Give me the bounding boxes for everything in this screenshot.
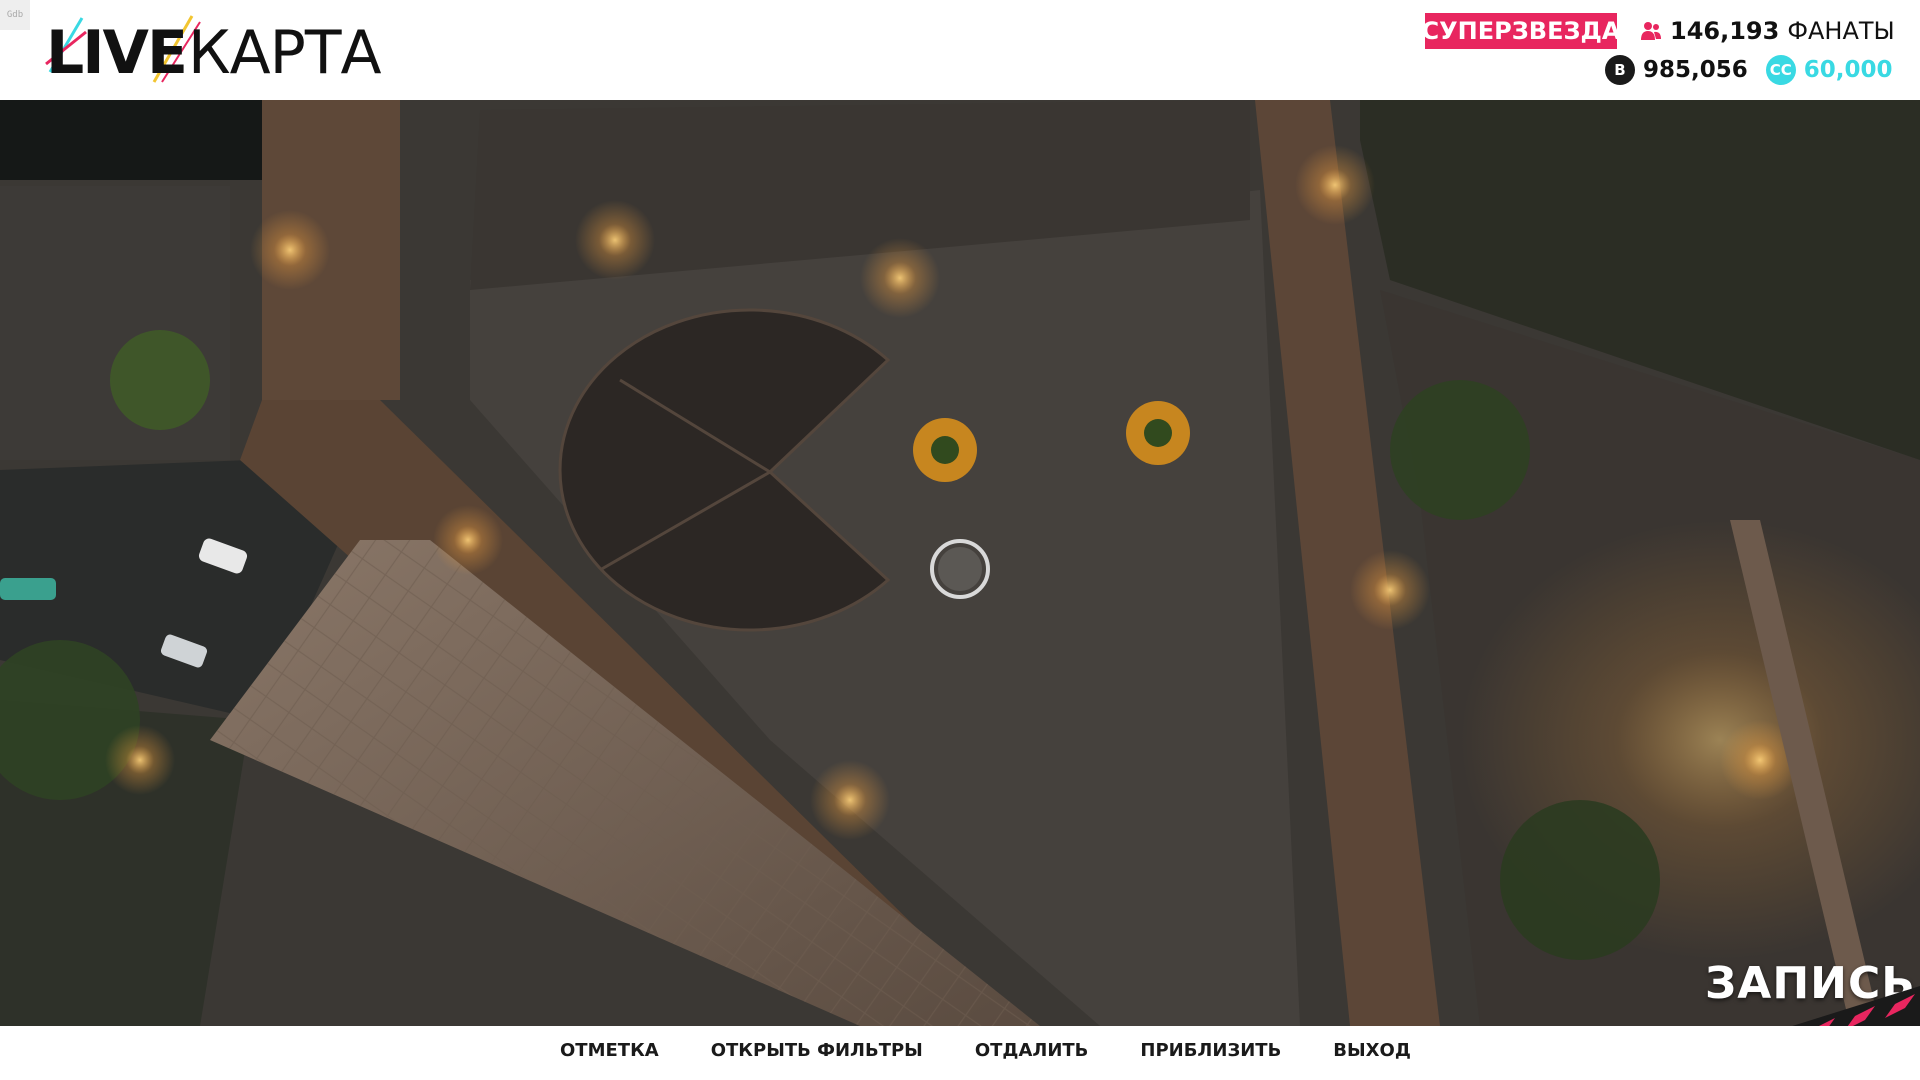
rank-badge: СУПЕРЗВЕЗДА xyxy=(1422,13,1620,49)
action-zoom-in-button[interactable]: ПРИБЛИЗИТЬ xyxy=(1140,1040,1281,1061)
fans-count: 146,193 xyxy=(1670,17,1780,45)
top-bar: Gdb LIVE КАРТА СУПЕРЗВЕЗДА 146,193 ФАНАТ… xyxy=(0,0,1920,100)
cc-coin-icon: CC xyxy=(1765,55,1796,85)
map-image xyxy=(0,100,1920,1026)
fans-label: ФАНАТЫ xyxy=(1787,17,1895,45)
cash-amount: 985,056 xyxy=(1643,57,1748,83)
actions-row: ОТМЕТКА ОТКРЫТЬ ФИЛЬТРЫ ОТДАЛИТЬ ПРИБЛИЗ… xyxy=(560,1026,1411,1074)
bottom-action-bar: ОТМЕТКА ОТКРЫТЬ ФИЛЬТРЫ ОТДАЛИТЬ ПРИБЛИЗ… xyxy=(0,1026,1920,1080)
livekarta-logo: LIVE КАРТА xyxy=(42,12,382,88)
coin-icon: B xyxy=(1605,55,1635,85)
money-row: B 985,056 CC 60,000 xyxy=(1605,52,1893,88)
logo-live-text: LIVE xyxy=(46,18,188,88)
action-exit-button[interactable]: ВЫХОД xyxy=(1333,1040,1411,1061)
action-open-filters-button[interactable]: ОТКРЫТЬ ФИЛЬТРЫ xyxy=(711,1040,923,1061)
cc-amount: 60,000 xyxy=(1803,57,1893,83)
action-zoom-out-button[interactable]: ОТДАЛИТЬ xyxy=(975,1040,1089,1061)
people-icon xyxy=(1641,22,1661,40)
map-view[interactable] xyxy=(0,100,1920,1026)
fans-counter: 146,193 ФАНАТЫ xyxy=(1640,13,1895,49)
action-mark-button[interactable]: ОТМЕТКА xyxy=(560,1040,659,1061)
logo-karta-text: КАРТА xyxy=(188,18,382,88)
corner-tag: Gdb xyxy=(0,0,30,30)
